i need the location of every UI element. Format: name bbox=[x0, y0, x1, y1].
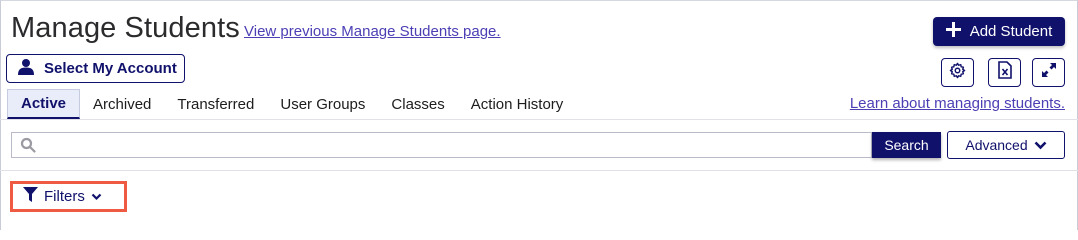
tabs-divider bbox=[0, 119, 1078, 120]
search-button[interactable]: Search bbox=[872, 132, 941, 158]
export-excel-button[interactable] bbox=[988, 58, 1021, 87]
add-student-label: Add Student bbox=[969, 23, 1053, 40]
advanced-label: Advanced bbox=[965, 137, 1028, 153]
search-field[interactable] bbox=[11, 132, 872, 158]
excel-icon bbox=[997, 61, 1012, 84]
gear-icon bbox=[949, 62, 966, 84]
search-input[interactable] bbox=[12, 133, 871, 157]
filters-button[interactable]: Filters bbox=[10, 181, 127, 212]
view-previous-page-link[interactable]: View previous Manage Students page. bbox=[244, 23, 501, 40]
search-icon bbox=[20, 137, 36, 158]
tab-transferred[interactable]: Transferred bbox=[164, 89, 267, 119]
expand-button[interactable] bbox=[1032, 58, 1065, 87]
chevron-down-icon bbox=[1034, 137, 1047, 153]
filter-icon bbox=[23, 187, 38, 206]
plus-icon bbox=[945, 21, 961, 41]
filters-label: Filters bbox=[44, 188, 85, 205]
chevron-down-icon bbox=[91, 188, 102, 205]
add-student-button[interactable]: Add Student bbox=[933, 17, 1065, 46]
search-divider bbox=[0, 170, 1078, 171]
tab-user-groups[interactable]: User Groups bbox=[267, 89, 378, 119]
tab-archived[interactable]: Archived bbox=[80, 89, 164, 119]
tab-active[interactable]: Active bbox=[7, 89, 81, 119]
page-title: Manage Students bbox=[11, 12, 240, 44]
expand-icon bbox=[1041, 62, 1057, 83]
tab-classes[interactable]: Classes bbox=[378, 89, 457, 119]
advanced-button[interactable]: Advanced bbox=[947, 131, 1065, 159]
select-my-account-button[interactable]: Select My Account bbox=[6, 54, 185, 83]
select-my-account-label: Select My Account bbox=[44, 60, 177, 77]
settings-button[interactable] bbox=[941, 58, 974, 87]
status-tabs: Active Archived Transferred User Groups … bbox=[7, 89, 576, 119]
tab-action-history[interactable]: Action History bbox=[458, 89, 577, 119]
user-icon bbox=[18, 58, 34, 79]
learn-about-managing-link[interactable]: Learn about managing students. bbox=[850, 95, 1065, 112]
